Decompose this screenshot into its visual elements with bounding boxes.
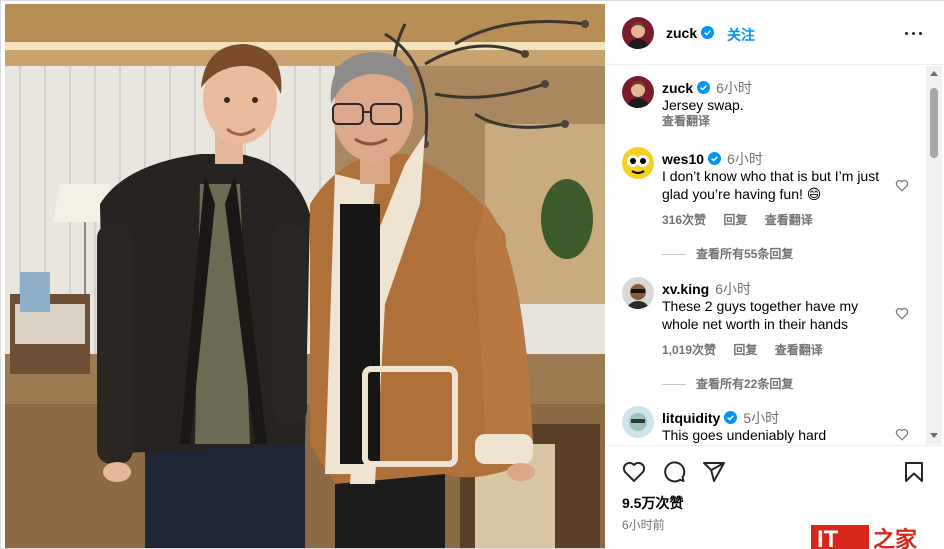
comment-like-count[interactable]: 316次赞 xyxy=(662,213,706,227)
comment-time: 6小时 xyxy=(715,281,751,297)
comment-time: 5小时 xyxy=(743,410,780,426)
comment-username-text[interactable]: wes10 xyxy=(662,151,704,167)
comment-like-heart-icon[interactable] xyxy=(895,179,909,192)
caption-translate-link[interactable]: 查看翻译 xyxy=(662,112,710,129)
post-like-count[interactable]: 9.5万次赞 xyxy=(622,493,683,513)
comment-like-heart-icon[interactable] xyxy=(895,428,909,441)
scrollbar-thumb[interactable] xyxy=(930,88,938,158)
comment-avatar-image xyxy=(622,147,654,179)
view-replies-link[interactable]: 查看所有22条回复 xyxy=(662,375,793,392)
scroll-up-arrow-icon[interactable] xyxy=(930,71,938,76)
caption-avatar[interactable] xyxy=(622,76,654,108)
ithome-logo-image: IT 之家 xyxy=(811,525,918,549)
comment-username[interactable]: xv.king 6小时 xyxy=(662,279,751,299)
comment-username[interactable]: wes10 6小时 xyxy=(662,149,763,169)
author-avatar-image xyxy=(622,17,654,49)
post-photo-illustration xyxy=(5,4,605,548)
comment-reply-button[interactable]: 回复 xyxy=(733,343,757,357)
comment-meta: 316次赞 回复 查看翻译 xyxy=(662,211,827,228)
comment-translate-link[interactable]: 查看翻译 xyxy=(775,343,823,357)
comment-avatar[interactable] xyxy=(622,147,654,179)
comment-avatar-image xyxy=(622,406,654,438)
ithome-watermark-logo: IT 之家 xyxy=(811,523,929,549)
comment-like-count[interactable]: 1,019次赞 xyxy=(662,343,716,357)
caption-time: 6小时 xyxy=(716,80,752,96)
post-photo xyxy=(5,4,605,548)
heart-icon[interactable] xyxy=(622,460,646,484)
comment-item: xv.king 6小时 These 2 guys together have my… xyxy=(606,277,926,397)
comment-item: wes10 6小时 I don’t know who that is but I’… xyxy=(606,147,926,267)
comment-avatar[interactable] xyxy=(622,406,654,438)
comment-text: This goes undeniably hard xyxy=(662,427,827,443)
view-replies-link[interactable]: 查看所有55条回复 xyxy=(662,245,793,262)
bookmark-icon[interactable] xyxy=(902,460,926,484)
post-header: zuck 关注 xyxy=(606,1,944,65)
comment-like-heart-icon[interactable] xyxy=(895,307,909,320)
comments-scrollbar[interactable] xyxy=(926,66,942,444)
comment-time: 6小时 xyxy=(727,151,763,167)
caption-username-text[interactable]: zuck xyxy=(662,80,693,96)
comment-item: litquidity 5小时 This goes undeniably hard xyxy=(606,406,926,444)
instagram-post-modal: zuck 关注 zuck 6小时 Jersey swap. 查看翻译 wes10… xyxy=(0,0,944,549)
comment-username-text[interactable]: litquidity xyxy=(662,410,720,426)
comment-meta: 1,019次赞 回复 查看翻译 xyxy=(662,341,837,358)
comment-username[interactable]: litquidity 5小时 xyxy=(662,408,779,428)
verified-badge-icon xyxy=(708,152,722,165)
comment-avatar-image xyxy=(622,277,654,309)
comment-text: I don’t know who that is but I’m just gl… xyxy=(662,168,880,202)
caption-username[interactable]: zuck 6小时 xyxy=(662,78,752,98)
watermark-text-a: IT xyxy=(817,526,839,549)
comment-text: These 2 guys together have my whole net … xyxy=(662,298,859,332)
verified-badge-icon xyxy=(724,411,738,424)
more-options-icon[interactable] xyxy=(902,23,926,43)
verified-badge-icon xyxy=(697,81,711,94)
comment-icon[interactable] xyxy=(662,460,686,484)
comment-reply-button[interactable]: 回复 xyxy=(723,213,747,227)
post-side-panel: zuck 关注 zuck 6小时 Jersey swap. 查看翻译 wes10… xyxy=(606,1,944,549)
share-icon[interactable] xyxy=(702,460,726,484)
verified-badge-icon xyxy=(701,26,715,39)
author-username-text[interactable]: zuck xyxy=(666,25,697,41)
comments-list[interactable]: zuck 6小时 Jersey swap. 查看翻译 wes10 6小时 I don… xyxy=(606,66,944,444)
caption-item: zuck 6小时 Jersey swap. 查看翻译 xyxy=(606,76,926,136)
author-username[interactable]: zuck xyxy=(666,25,715,41)
follow-button[interactable]: 关注 xyxy=(727,25,755,45)
author-avatar[interactable] xyxy=(622,17,654,49)
comment-translate-link[interactable]: 查看翻译 xyxy=(765,213,813,227)
caption-avatar-image xyxy=(622,76,654,108)
post-timestamp: 6小时前 xyxy=(622,518,665,532)
comment-username-text[interactable]: xv.king xyxy=(662,281,709,297)
comment-avatar[interactable] xyxy=(622,277,654,309)
scroll-down-arrow-icon[interactable] xyxy=(930,433,938,438)
watermark-text-b: 之家 xyxy=(873,527,918,549)
